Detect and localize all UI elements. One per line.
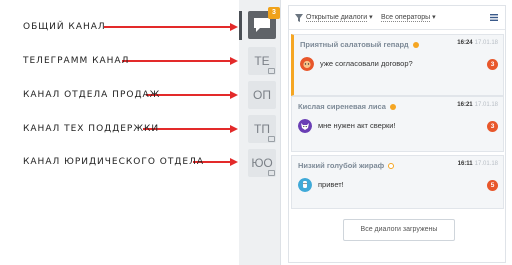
annotation-sales-channel: КАНАЛ ОТДЕЛА ПРОДАЖ — [23, 90, 161, 100]
dialog-time-wrap: 16:11 17.01.18 — [458, 161, 498, 167]
channel-sidebar: 3 ТЕ ОП ТП ЮО — [239, 0, 281, 265]
channel-telegram-label: ТЕ — [254, 54, 270, 68]
channel-legal-label: ЮО — [251, 156, 273, 170]
channel-sales[interactable]: ОП — [248, 81, 276, 109]
dialog-time-wrap: 16:21 17.01.18 — [457, 102, 498, 108]
active-channel-indicator — [239, 11, 242, 40]
dialog-name-wrap: Низкий голубой жираф — [298, 161, 395, 170]
status-dot — [388, 163, 395, 170]
annotation-support-channel: КАНАЛ ТЕХ ПОДДЕРЖКИ — [23, 124, 160, 134]
status-dot — [390, 104, 397, 111]
channel-support[interactable]: ТП — [248, 115, 276, 143]
channel-general[interactable]: 3 — [248, 7, 280, 39]
all-dialogs-loaded-button[interactable]: Все диалоги загружены — [343, 219, 455, 241]
fox-avatar-icon — [298, 119, 312, 133]
dialog-last-message: уже согласовали договор? — [320, 59, 413, 68]
dialog-time-wrap: 16:24 17.01.18 — [457, 40, 498, 46]
unread-count-badge: 3 — [487, 59, 498, 70]
dialog-name-wrap: Кислая сиреневая лиса — [298, 102, 397, 111]
dialogs-header: Открытые диалоги ▾ Все операторы ▾ — [289, 6, 505, 30]
dialog-item[interactable]: Приятный салатовый гепард 16:24 17.01.18 … — [291, 34, 504, 96]
dialogs-filter-label: Открытые диалоги — [306, 14, 368, 22]
dialogs-filter-dropdown[interactable]: Открытые диалоги ▾ — [306, 13, 373, 22]
dialog-time: 16:11 — [457, 161, 473, 167]
dialogs-panel: Открытые диалоги ▾ Все операторы ▾ Прият… — [288, 5, 506, 263]
dialog-name: Низкий голубой жираф — [298, 161, 385, 170]
dialog-time: 16:24 — [457, 40, 473, 46]
screen: ОБЩИЙ КАНАЛ ТЕЛЕГРАММ КАНАЛ КАНАЛ ОТДЕЛА… — [0, 0, 512, 265]
channel-general-badge: 3 — [268, 7, 280, 19]
status-dot — [412, 42, 419, 49]
annotation-telegram-channel: ТЕЛЕГРАММ КАНАЛ — [23, 56, 130, 66]
dialog-date: 17.01.18 — [474, 40, 498, 46]
dialog-last-message: мне нужен акт сверки! — [318, 121, 396, 130]
annotation-legal-channel: КАНАЛ ЮРИДИЧЕСКОГО ОТДЕЛА — [23, 157, 205, 167]
dialog-name-wrap: Приятный салатовый гепард — [300, 40, 419, 49]
dialog-date: 17.01.18 — [474, 102, 498, 108]
cheetah-avatar-icon — [300, 57, 314, 71]
dialog-item[interactable]: Низкий голубой жираф 16:11 17.01.18 приве… — [291, 155, 504, 209]
lock-icon — [268, 170, 275, 176]
operators-filter-dropdown[interactable]: Все операторы ▾ — [381, 13, 436, 22]
channel-telegram[interactable]: ТЕ — [248, 47, 276, 75]
menu-icon[interactable] — [490, 14, 498, 21]
filter-icon[interactable] — [295, 14, 303, 22]
giraffe-avatar-icon — [298, 178, 312, 192]
dialog-last-message: привет! — [318, 180, 344, 189]
dialog-time: 16:21 — [457, 102, 473, 108]
channel-support-label: ТП — [254, 122, 270, 136]
channel-legal[interactable]: ЮО — [248, 149, 276, 177]
dialog-item[interactable]: Кислая сиреневая лиса 16:21 17.01.18 мне … — [291, 96, 504, 152]
operators-filter-label: Все операторы — [381, 14, 431, 22]
dialog-date: 17.01.18 — [474, 161, 498, 167]
dialog-name: Кислая сиреневая лиса — [298, 102, 386, 111]
dialog-name: Приятный салатовый гепард — [300, 40, 409, 49]
channel-sales-label: ОП — [253, 88, 271, 102]
annotation-general-channel: ОБЩИЙ КАНАЛ — [23, 22, 106, 32]
lock-icon — [268, 136, 275, 142]
unread-count-badge: 3 — [487, 121, 498, 132]
lock-icon — [268, 68, 275, 74]
unread-count-badge: 5 — [487, 180, 498, 191]
